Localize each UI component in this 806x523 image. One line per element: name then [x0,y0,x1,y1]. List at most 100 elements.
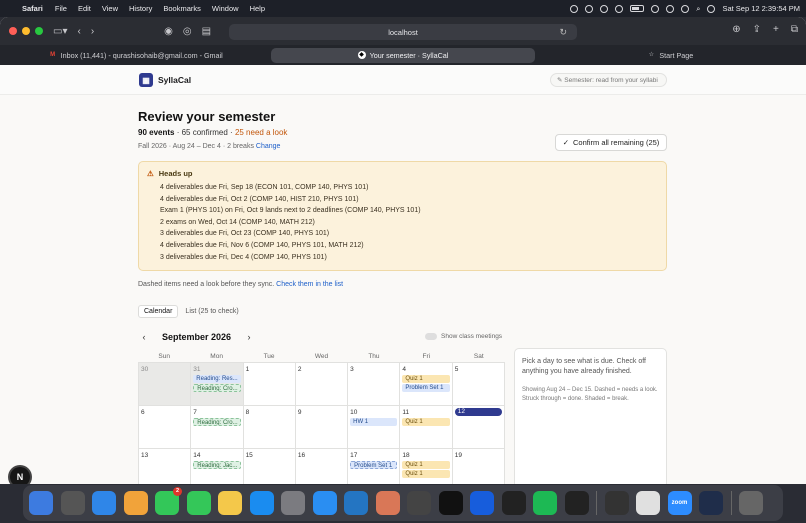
reload-icon[interactable]: ↻ [559,27,567,38]
forward-icon[interactable]: › [91,26,94,37]
reader-icon[interactable]: ▤ [202,26,211,37]
tab-start-page[interactable]: ☆ Start Page [539,48,802,63]
day-cell[interactable]: 12 [452,406,505,449]
day-cell[interactable]: 3 [348,363,401,406]
calendar-event[interactable]: Quiz 1 [402,470,450,478]
tab-calendar[interactable]: Calendar [138,305,179,318]
share-icon[interactable]: ⇪ [753,24,761,35]
close-window-button[interactable] [9,27,17,35]
today-marker[interactable]: 12 [454,408,502,416]
tab-overview-icon[interactable]: ⧉ [791,24,798,35]
facetime-icon[interactable] [186,491,211,515]
vscode-icon[interactable] [344,491,368,515]
menu-app-name[interactable]: Safari [22,4,43,13]
menu-bookmarks[interactable]: Bookmarks [163,4,201,13]
status-icon[interactable] [570,4,579,13]
zoom-window-button[interactable] [35,27,43,35]
prev-month-button[interactable]: ‹ [138,332,150,342]
app-logo[interactable]: ▦ SyllaCal [139,73,191,87]
status-icon[interactable] [585,4,594,13]
battery-icon[interactable] [630,5,645,12]
menu-window[interactable]: Window [212,4,239,13]
day-cell[interactable]: 7 Reading: Cro... [191,406,244,449]
next-month-button[interactable]: › [243,332,255,342]
notes-icon[interactable] [218,491,242,515]
day-cell[interactable]: 11 Quiz 1 [400,406,453,449]
menu-file[interactable]: File [55,4,67,13]
github-icon[interactable] [438,491,463,515]
day-cell[interactable]: 6 [139,406,192,449]
day-cell[interactable]: 1 [243,363,296,406]
menu-view[interactable]: View [102,4,118,13]
day-cell[interactable]: 10 HW 1 [348,406,401,449]
calendar-event[interactable]: Problem Set 1 [402,384,450,392]
messages-icon[interactable]: 2 [155,487,182,515]
mail-icon[interactable] [92,491,116,515]
day-cell[interactable]: 30 [139,363,192,406]
launchpad-icon[interactable] [60,491,85,515]
calendar-event[interactable]: Reading: Jac... [193,461,241,469]
confirm-all-button[interactable]: ✓ Confirm all remaining (25) [555,134,667,151]
extension-icon[interactable]: ◎ [183,26,192,37]
day-cell[interactable]: 2 [295,363,349,406]
day-cell[interactable]: 19 [452,449,505,484]
chrome-icon[interactable] [636,491,660,515]
menu-help[interactable]: Help [250,4,265,13]
day-cell[interactable]: 17 Problem Set 1 [348,449,401,484]
address-bar[interactable]: localhost ↻ [229,24,577,40]
brightness-icon[interactable] [600,4,609,13]
calendar-event[interactable]: Reading: Res... [193,375,241,383]
moon-icon[interactable] [666,4,675,13]
day-cell[interactable]: 14 Reading: Jac... [191,449,244,484]
system-settings-icon[interactable] [281,491,305,515]
calendar-event[interactable]: Quiz 1 [402,375,450,383]
play-icon[interactable] [651,4,660,13]
search-icon[interactable]: ⌕ [696,4,700,14]
day-cell[interactable]: 18 Quiz 1 Quiz 1 [400,449,453,484]
check-list-link[interactable]: Check them in the list [276,281,343,288]
minimize-window-button[interactable] [22,27,30,35]
day-cell[interactable]: 15 [243,449,296,484]
calendar-event[interactable]: Quiz 1 [402,418,450,426]
calendar-event[interactable]: HW 1 [350,418,398,426]
sidebar-toggle-icon[interactable]: ▭▾ [53,26,67,37]
calendar-event[interactable]: Reading: Cro... [193,418,241,426]
photos-icon[interactable] [123,491,148,515]
zoom-icon[interactable]: zoom [667,491,692,515]
day-cell[interactable]: 8 [243,406,296,449]
app-store-icon[interactable] [249,491,274,515]
spotify-icon[interactable] [533,491,557,515]
trash-icon[interactable] [739,491,763,515]
control-center-icon[interactable] [707,4,716,13]
menu-history[interactable]: History [129,4,152,13]
day-cell[interactable]: 31 Reading: Res... Reading: Cro... [191,363,244,406]
new-tab-icon[interactable]: + [773,24,779,35]
status-icon[interactable] [615,4,624,13]
x-icon[interactable] [501,491,526,515]
day-cell[interactable]: 9 [295,406,349,449]
day-cell[interactable]: 16 [295,449,349,484]
chatgpt-icon[interactable] [564,491,589,515]
back-icon[interactable]: ‹ [77,26,80,37]
downloads-icon[interactable]: ⊕ [732,24,740,35]
quicktime-icon[interactable] [699,491,723,515]
wifi-icon[interactable] [681,4,690,13]
class-meetings-toggle[interactable]: Show class meetings [425,333,502,340]
finder-icon[interactable] [29,491,53,515]
tab-gmail[interactable]: M Inbox (11,441) - qurashisohaib@gmail.co… [4,48,267,63]
day-cell[interactable]: 5 [452,363,505,406]
files-icon[interactable] [407,491,431,515]
calendar-event[interactable]: Problem Set 1 [350,461,398,469]
day-cell[interactable]: 4 Quiz 1 Problem Set 1 [400,363,453,406]
change-term-link[interactable]: Change [256,143,281,150]
safari-icon[interactable] [312,491,337,515]
clock[interactable]: Sat Sep 12 2:39:54 PM [722,4,800,13]
menu-edit[interactable]: Edit [78,4,91,13]
day-cell[interactable]: 13 [139,449,192,484]
assistant-button[interactable]: N [10,467,30,484]
semester-source-pill[interactable]: ✎ Semester: read from your syllabi [550,73,667,87]
bitwarden-icon[interactable] [470,491,494,515]
calendar-event[interactable]: Reading: Cro... [193,384,241,392]
extension-icon[interactable]: ◉ [164,26,173,37]
claude-icon[interactable] [375,491,400,515]
